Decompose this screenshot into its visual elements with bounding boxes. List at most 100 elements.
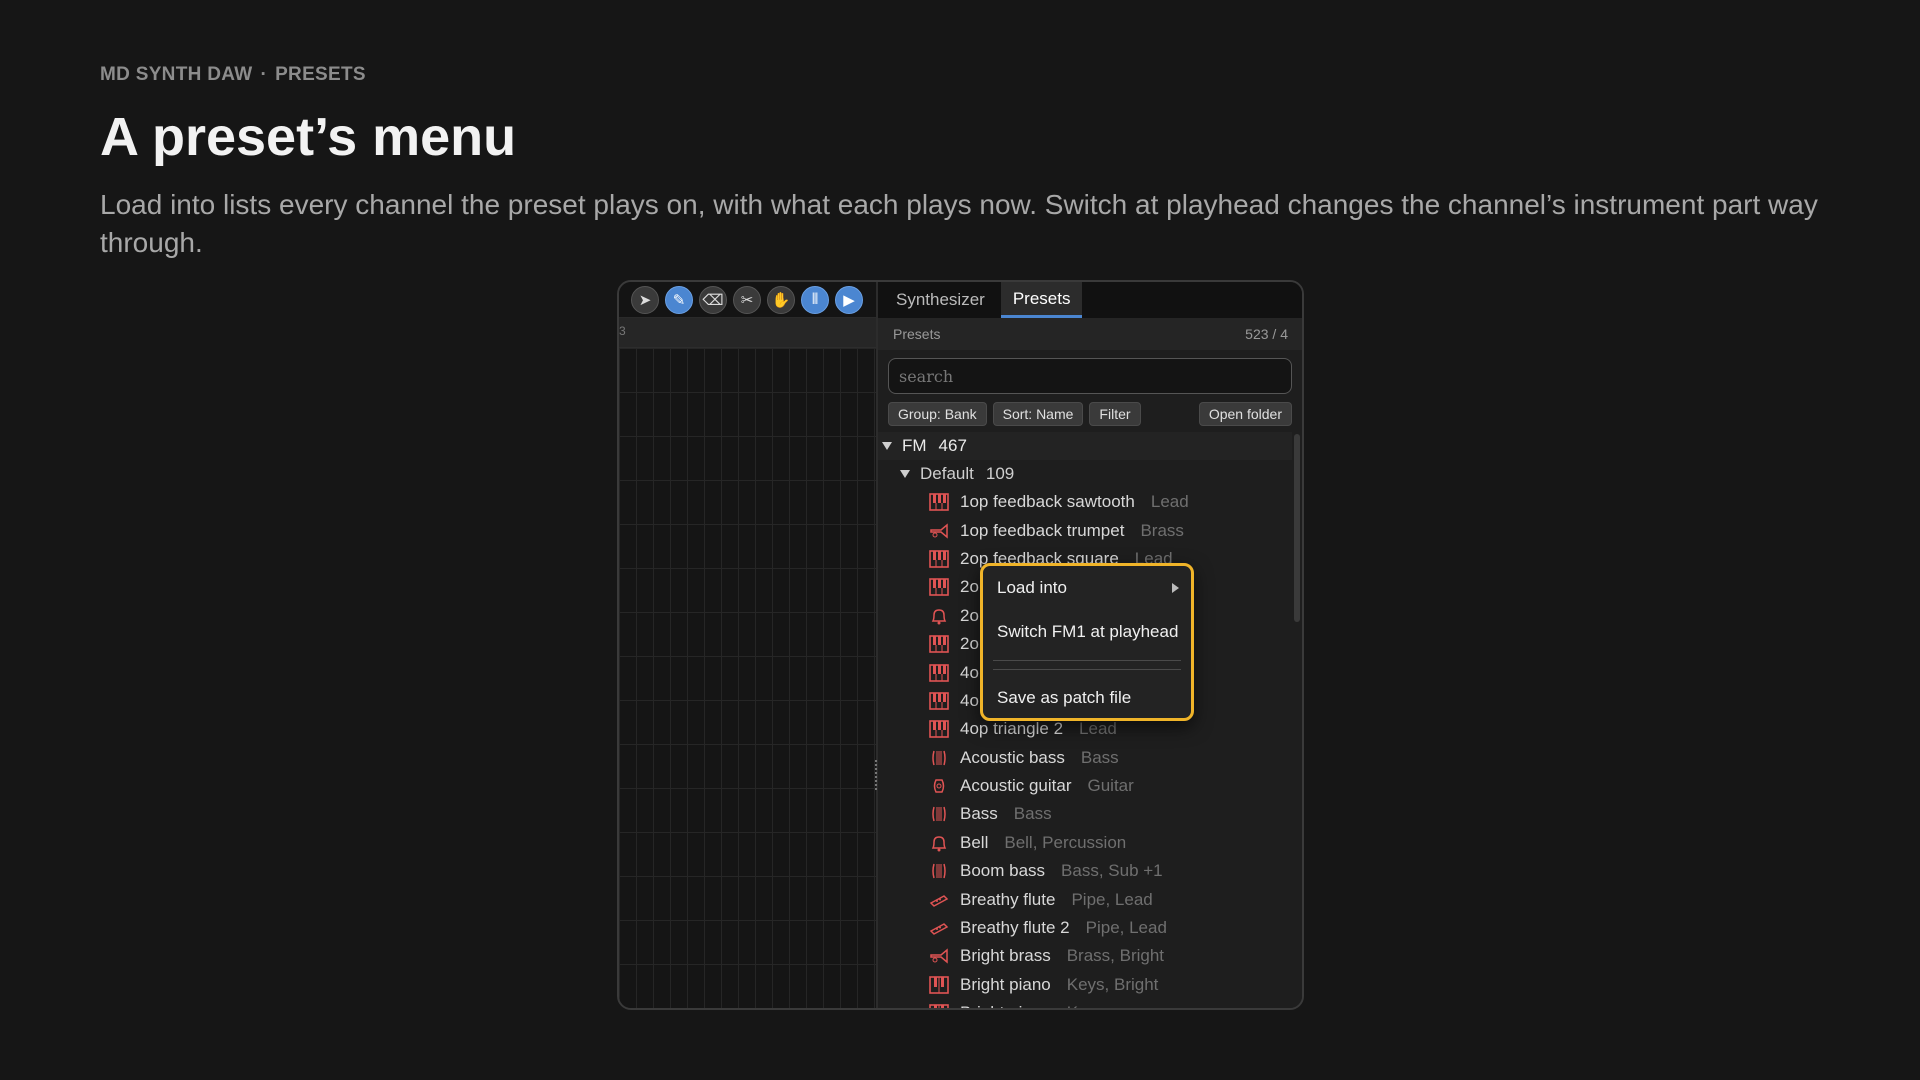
bell-icon xyxy=(928,606,950,626)
menu-save-label: Save as patch file xyxy=(997,688,1132,707)
preset-name: Bell xyxy=(960,832,989,852)
preset-item[interactable]: Acoustic guitar Guitar xyxy=(878,772,1292,800)
menu-save-patch[interactable]: Save as patch file xyxy=(993,676,1181,720)
menu-separator xyxy=(993,654,1181,676)
list-scrollbar[interactable] xyxy=(1294,434,1300,622)
sort-button[interactable]: Sort: Name xyxy=(992,402,1084,426)
keyboard-icon xyxy=(928,719,950,739)
preset-tags: Brass, Bright xyxy=(1066,946,1165,966)
preset-toolbar: Group: Bank Sort: Name Filter Open folde… xyxy=(888,402,1292,426)
preset-tags: Brass xyxy=(1140,520,1184,540)
piano-icon xyxy=(928,1003,950,1008)
preset-context-menu: Load into Switch FM1 at playhead Save as… xyxy=(980,563,1194,721)
presets-header-title: Presets xyxy=(893,326,941,342)
preset-name: Bright piano xyxy=(960,1003,1051,1008)
tab-synthesizer[interactable]: Synthesizer xyxy=(884,282,997,318)
expand-triangle-icon[interactable] xyxy=(900,470,910,478)
subgroup-count: 109 xyxy=(985,464,1015,483)
preset-item[interactable]: Bright piano Keys, Bright xyxy=(878,971,1292,999)
pointer-tool-button[interactable]: ➤ xyxy=(631,285,659,314)
group-name: FM xyxy=(902,436,927,455)
group-count: 467 xyxy=(938,436,967,455)
preset-tags: Bell, Percussion xyxy=(1004,832,1127,852)
preset-item[interactable]: Bright piano Keys xyxy=(878,999,1292,1008)
eraser-tool-button[interactable]: ⌫ xyxy=(699,285,727,314)
editor-toolbar: ➤ ✎ ⌫ ✂ ✋ ⦀ ▶ xyxy=(619,282,876,318)
preset-name: 4op triangle 2 xyxy=(960,719,1064,739)
bell-icon xyxy=(928,833,950,853)
menu-switch-at-playhead[interactable]: Switch FM1 at playhead xyxy=(993,610,1181,654)
preset-name: Bass xyxy=(960,804,998,824)
preset-tags: Bass xyxy=(1080,747,1119,767)
keyboard-icon xyxy=(928,691,950,711)
tab-presets[interactable]: Presets xyxy=(1000,282,1083,318)
cut-icon: ✂ xyxy=(740,291,754,309)
keyboard-icon xyxy=(928,634,950,654)
preset-tags: Lead xyxy=(1150,492,1189,512)
preset-item[interactable]: Bright brass Brass, Bright xyxy=(878,942,1292,970)
preset-name: Acoustic bass xyxy=(960,747,1065,767)
flute-icon xyxy=(928,890,950,910)
preset-name: 1op feedback sawtooth xyxy=(960,492,1135,512)
app-window: ➤ ✎ ⌫ ✂ ✋ ⦀ ▶ 3 Synthesizer Presets Presets 52… xyxy=(617,280,1304,1010)
guitar-icon xyxy=(928,776,950,796)
menu-load-into[interactable]: Load into xyxy=(993,566,1181,610)
flute-icon xyxy=(928,918,950,938)
group-fm[interactable]: FM 467 xyxy=(878,432,1292,460)
page-title: A preset’s menu xyxy=(100,107,517,167)
preset-item[interactable]: Acoustic bass Bass xyxy=(878,744,1292,772)
preset-name: Boom bass xyxy=(960,861,1046,881)
submenu-arrow-icon xyxy=(1172,583,1179,593)
preset-tags: Pipe, Lead xyxy=(1085,918,1167,938)
preset-item[interactable]: Breathy flute 2 Pipe, Lead xyxy=(878,914,1292,942)
trumpet-icon xyxy=(928,946,950,966)
keyboard-icon xyxy=(928,577,950,597)
preset-name: Breathy flute xyxy=(960,889,1056,909)
preset-tags: Bass xyxy=(1013,804,1052,824)
keyboard-icon xyxy=(928,492,950,512)
pointer-icon: ➤ xyxy=(638,291,652,309)
preset-name: Acoustic guitar xyxy=(960,776,1072,796)
preset-tags: Pipe, Lead xyxy=(1071,889,1153,909)
subgroup-default[interactable]: Default 109 xyxy=(878,460,1292,488)
eraser-icon: ⌫ xyxy=(702,291,724,309)
expand-triangle-icon[interactable] xyxy=(882,442,892,450)
preset-item[interactable]: Bell Bell, Percussion xyxy=(878,829,1292,857)
preset-tags: Bass, Sub +1 xyxy=(1061,861,1163,881)
search-input[interactable]: search xyxy=(888,358,1292,394)
preset-tags: Lead xyxy=(1079,719,1117,739)
preset-tags: Keys xyxy=(1067,1003,1105,1008)
eyebrow-section: PRESETS xyxy=(275,64,366,85)
preset-item[interactable]: 1op feedback sawtooth Lead xyxy=(878,488,1292,516)
piano-roll-grid[interactable] xyxy=(619,348,876,1008)
hand-tool-button[interactable]: ✋ xyxy=(767,285,795,314)
keyboard-icon xyxy=(928,549,950,569)
preset-item[interactable]: 1op feedback trumpet Brass xyxy=(878,516,1292,544)
page-description: Load into lists every channel the preset… xyxy=(100,189,1818,258)
play-tool-button[interactable]: ▶ xyxy=(835,285,863,314)
play-icon: ▶ xyxy=(843,291,855,309)
preset-name: 1op feedback trumpet xyxy=(960,520,1125,540)
hand-icon: ✋ xyxy=(771,291,791,309)
keyboard-icon xyxy=(928,663,950,683)
preset-tags: Keys, Bright xyxy=(1066,974,1159,994)
bars-tool-button[interactable]: ⦀ xyxy=(801,285,829,314)
trumpet-icon xyxy=(928,521,950,541)
group-button[interactable]: Group: Bank xyxy=(888,402,987,426)
ruler-mark: 3 xyxy=(619,324,626,338)
preset-tags: Guitar xyxy=(1087,776,1134,796)
cut-tool-button[interactable]: ✂ xyxy=(733,285,761,314)
preset-item[interactable]: Breathy flute Pipe, Lead xyxy=(878,885,1292,913)
timeline-ruler[interactable]: 3 xyxy=(619,318,876,348)
pencil-tool-button[interactable]: ✎ xyxy=(665,285,693,314)
open-folder-button[interactable]: Open folder xyxy=(1198,402,1292,426)
preset-item[interactable]: Boom bass Bass, Sub +1 xyxy=(878,857,1292,885)
preset-name: Bright brass xyxy=(960,946,1051,966)
presets-count: 523 / 4 xyxy=(1245,326,1288,342)
preset-item[interactable]: Bass Bass xyxy=(878,800,1292,828)
menu-load-into-label: Load into xyxy=(997,578,1067,597)
filter-button[interactable]: Filter xyxy=(1089,402,1141,426)
bass-icon xyxy=(928,748,950,768)
eyebrow-app: MD SYNTH DAW xyxy=(100,64,253,85)
preset-name: Bright piano xyxy=(960,974,1051,994)
